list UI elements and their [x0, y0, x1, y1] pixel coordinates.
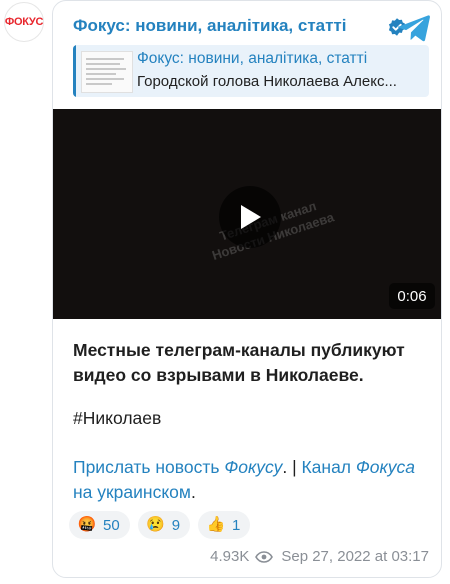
post-meta: 4.93K Sep 27, 2022 at 03:17	[210, 548, 429, 565]
play-button[interactable]	[219, 186, 281, 248]
angry-face-icon: 🤬	[77, 516, 97, 533]
post-card: Фокус: новини, аналітика, статті Фокус: …	[52, 0, 442, 578]
play-icon	[241, 205, 261, 229]
channel-title[interactable]: Фокус: новини, аналітика, статті	[73, 16, 347, 36]
video-duration: 0:06	[389, 283, 435, 309]
reaction-angry[interactable]: 🤬 50	[69, 511, 130, 539]
post-links: Прислать новость Фокусу. | Канал Фокуса …	[73, 457, 416, 502]
reactions: 🤬 50 😢 9 👍 1	[69, 511, 251, 539]
eye-icon	[255, 550, 274, 563]
thumbs-up-icon: 👍	[206, 516, 226, 533]
view-count: 4.93K	[210, 548, 250, 565]
reaction-count: 50	[103, 516, 120, 534]
reply-thumbnail	[81, 51, 133, 93]
channel-avatar[interactable]: ФОКУС	[4, 2, 44, 42]
reply-accent-bar	[73, 45, 76, 97]
hashtag[interactable]: #Николаев	[73, 406, 161, 431]
send-news-link[interactable]: Прислать новость Фокусу	[73, 457, 282, 477]
reaction-thumbs-up[interactable]: 👍 1	[198, 511, 251, 539]
post-date[interactable]: Sep 27, 2022 at 03:17	[281, 548, 429, 565]
reply-title: Фокус: новини, аналітика, статті	[137, 50, 368, 67]
telegram-icon[interactable]	[397, 14, 431, 42]
reply-preview[interactable]: Фокус: новини, аналітика, статті Городск…	[73, 45, 429, 97]
reply-text: Городской голова Николаева Алекс...	[137, 73, 397, 90]
reaction-count: 9	[171, 516, 181, 534]
reaction-crying[interactable]: 😢 9	[137, 511, 191, 539]
crying-face-icon: 😢	[146, 516, 166, 533]
post-headline: Местные телеграм-каналы публикуют видео …	[73, 340, 405, 385]
reaction-count: 1	[232, 516, 241, 534]
avatar-logo-text: ФОКУС	[4, 16, 44, 28]
video-player[interactable]: Телеграм канал Новости Николаева 0:06	[53, 109, 441, 319]
